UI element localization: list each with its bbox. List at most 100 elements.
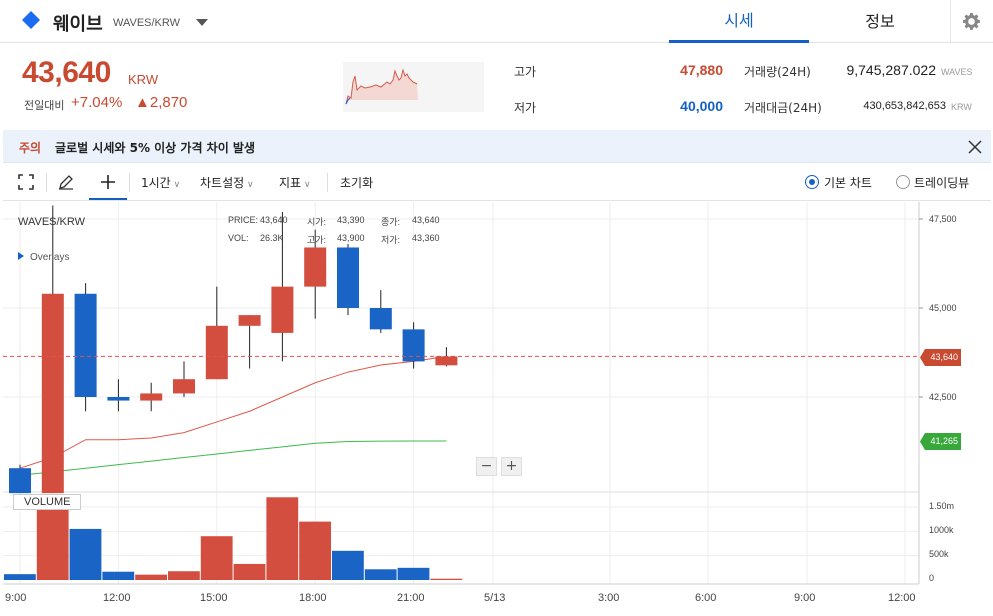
chart-toolbar: 1시간 ∨ 차트설정 ∨ 지표 ∨ 초기화 기본 차트 트레이딩뷰 xyxy=(3,163,991,201)
radio-basic-chart[interactable] xyxy=(805,175,819,189)
volume-bar xyxy=(168,571,200,580)
candle-body xyxy=(304,247,327,287)
y-tick-label: 42,500 xyxy=(929,392,957,402)
divider xyxy=(129,173,130,192)
last-price-tag: 43,640 xyxy=(920,349,961,366)
volume-bar xyxy=(332,550,364,580)
overlays-toggle[interactable]: Overlays xyxy=(18,252,69,263)
candle-body xyxy=(74,293,97,397)
x-tick-label: 12:00 xyxy=(888,592,916,604)
x-tick-label: 15:00 xyxy=(200,592,228,604)
x-tick-label: 6:00 xyxy=(695,592,717,604)
change-amount: ▲2,870 xyxy=(135,94,188,111)
volume-bar xyxy=(364,569,397,580)
header-bar: 웨이브 WAVES/KRW 시세 정보 xyxy=(0,0,993,43)
current-price: 43,640 xyxy=(22,56,111,89)
ma-long-line xyxy=(19,440,447,476)
x-tick-label: 21:00 xyxy=(397,592,425,604)
volume-bar xyxy=(102,571,135,580)
amount-24h-value: 430,653,842,653 xyxy=(863,100,946,112)
low-label: 저가 xyxy=(514,101,537,115)
volume-bar xyxy=(69,528,102,580)
notice-text: 글로벌 시세와 5% 이상 가격 차이 발생 xyxy=(55,141,256,155)
volume-bar xyxy=(299,521,331,580)
zoom-in-button[interactable]: + xyxy=(501,457,522,476)
divider xyxy=(327,173,328,192)
pencil-icon[interactable] xyxy=(58,174,74,190)
low-value: 40,000 xyxy=(680,98,723,114)
chart-canvas[interactable] xyxy=(3,202,991,616)
ohlc-low-label: 저가: xyxy=(381,235,401,245)
zoom-out-button[interactable]: − xyxy=(476,457,497,476)
change-label: 전일대비 xyxy=(24,99,65,112)
candle-body xyxy=(271,286,294,333)
chart-pair-label: WAVES/KRW xyxy=(18,216,86,228)
y-tick-label: 45,000 xyxy=(929,303,957,313)
ohlc-high: 43,900 xyxy=(337,233,365,243)
candlestick-chart[interactable]: WAVES/KRW Overlays PRICE: 43,640 시가: 43,… xyxy=(3,202,991,616)
ohlc-price-label: PRICE: xyxy=(228,215,259,225)
candle-body xyxy=(205,325,228,380)
fullscreen-icon[interactable] xyxy=(18,174,34,190)
amount-24h-label: 거래대금(24H) xyxy=(744,101,822,115)
candle-body xyxy=(107,397,130,401)
candle-body xyxy=(238,315,261,326)
price-gap-notice: 주의 글로벌 시세와 5% 이상 가격 차이 발생 xyxy=(3,130,991,163)
indicators-dropdown[interactable]: 지표 ∨ xyxy=(279,174,311,191)
x-tick-label: 9:00 xyxy=(5,592,27,604)
coin-name[interactable]: 웨이브 xyxy=(53,10,103,36)
x-tick-label: 9:00 xyxy=(794,592,816,604)
x-tick-label: 12:00 xyxy=(103,592,131,604)
candle-body xyxy=(173,379,195,394)
radio-tradingview-label[interactable]: 트레이딩뷰 xyxy=(914,174,969,191)
volume-tick-label: 0 xyxy=(929,573,935,583)
chart-settings-dropdown[interactable]: 차트설정 ∨ xyxy=(200,174,254,191)
divider xyxy=(46,173,47,192)
x-tick-label: 18:00 xyxy=(299,592,327,604)
ohlc-open-label: 시가: xyxy=(307,217,327,227)
waves-diamond-icon xyxy=(22,11,40,29)
volume-bar xyxy=(36,509,69,580)
ohlc-vol-label: VOL: xyxy=(228,233,249,243)
volume-24h-value: 9,745,287.022 xyxy=(846,62,936,78)
ohlc-close: 43,640 xyxy=(412,215,440,225)
candle-body xyxy=(140,393,163,401)
tab-market-price[interactable]: 시세 xyxy=(669,0,809,43)
ohlc-vol: 26.3K xyxy=(260,233,284,243)
radio-tradingview[interactable] xyxy=(896,175,910,189)
radio-basic-chart-label[interactable]: 기본 차트 xyxy=(824,174,872,191)
interval-dropdown[interactable]: 1시간 ∨ xyxy=(141,174,180,191)
candle-body xyxy=(41,293,64,494)
gear-icon[interactable] xyxy=(962,12,981,31)
candle-body xyxy=(369,308,392,330)
volume-bar xyxy=(233,563,266,580)
tab-info[interactable]: 정보 xyxy=(810,0,950,43)
close-icon[interactable] xyxy=(968,140,982,154)
volume-bar xyxy=(397,567,430,580)
chevron-down-icon[interactable] xyxy=(196,19,208,27)
x-tick-label: 3:00 xyxy=(598,592,620,604)
candle-body xyxy=(337,247,359,308)
amount-24h-unit: KRW xyxy=(951,102,972,112)
volume-tick-label: 1.50m xyxy=(929,501,955,511)
volume-bar xyxy=(200,536,233,580)
notice-tag: 주의 xyxy=(19,141,42,155)
reset-button[interactable]: 초기화 xyxy=(340,174,373,191)
mini-price-chart xyxy=(343,62,484,112)
candle-body xyxy=(9,468,31,494)
ohlc-low: 43,360 xyxy=(412,233,440,243)
crosshair-icon[interactable] xyxy=(100,174,116,190)
high-label: 고가 xyxy=(514,65,537,79)
current-price-unit: KRW xyxy=(128,72,159,87)
volume-tick-label: 1000k xyxy=(929,525,954,535)
volume-bar xyxy=(430,578,463,580)
change-rate: +7.04% xyxy=(71,94,123,111)
x-tick-label: 5/13 xyxy=(484,592,506,604)
play-icon xyxy=(18,252,24,260)
ohlc-close-label: 종가: xyxy=(381,217,401,227)
volume-bar xyxy=(266,497,299,580)
coin-pair[interactable]: WAVES/KRW xyxy=(113,17,180,29)
ohlc-high-label: 고가: xyxy=(307,235,327,245)
high-value: 47,880 xyxy=(680,62,723,78)
volume-bar xyxy=(4,574,36,580)
